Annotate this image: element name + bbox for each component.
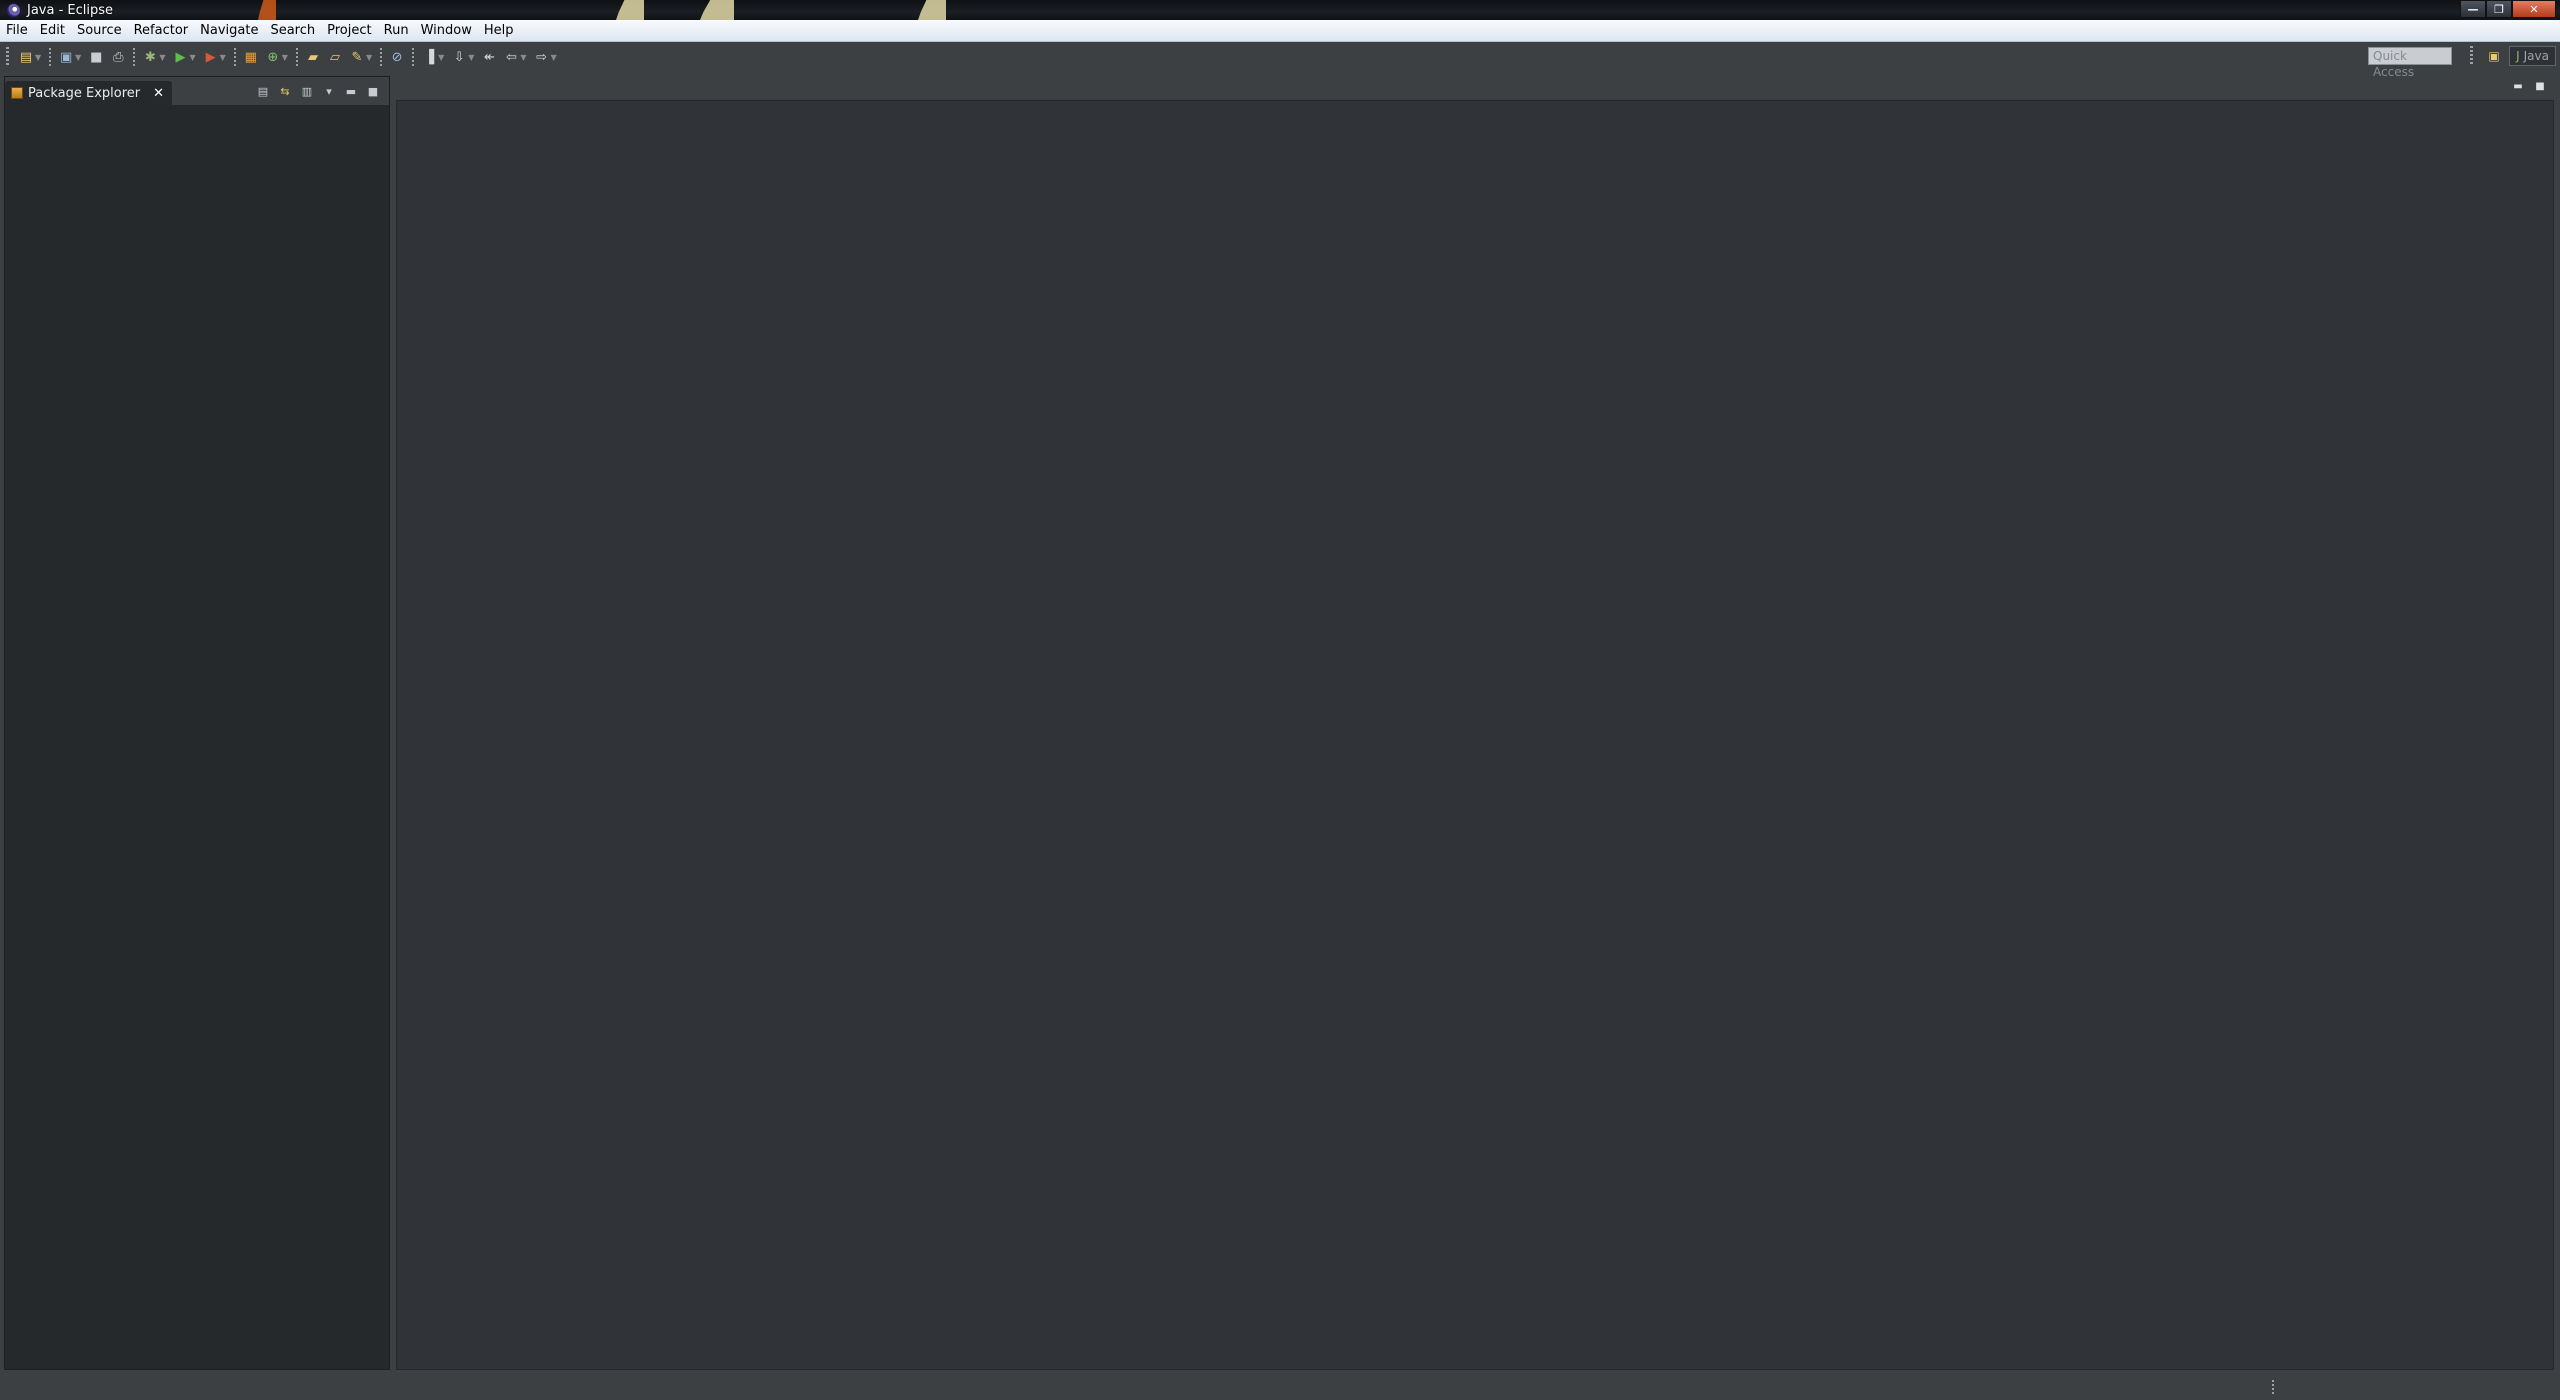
- menu-project[interactable]: Project: [321, 20, 377, 42]
- desktop-decoration: [700, 0, 734, 20]
- package-explorer-tools: ▤ ⇆ ▥ ▾ ▬ ■: [255, 83, 381, 99]
- desktop-decoration: [616, 0, 644, 20]
- maximize-view-icon[interactable]: ■: [365, 83, 381, 99]
- close-icon[interactable]: ✕: [153, 86, 164, 101]
- perspective-grip[interactable]: [2470, 46, 2474, 66]
- java-perspective-button[interactable]: J Java: [2509, 46, 2556, 66]
- open-task-icon[interactable]: ▱: [327, 49, 343, 65]
- toolbar-separator: [133, 48, 136, 66]
- package-explorer-label: Package Explorer: [28, 85, 141, 101]
- toolbar-separator: [380, 48, 383, 66]
- menu-navigate[interactable]: Navigate: [194, 20, 264, 42]
- forward-icon[interactable]: ⇨: [534, 49, 550, 65]
- package-explorer-tabbar: Package Explorer ✕ ▤ ⇆ ▥ ▾ ▬ ■: [5, 77, 389, 105]
- toolbar-separator: [233, 48, 236, 66]
- toggle-mark-occurrences-icon[interactable]: ⊘: [389, 49, 405, 65]
- search-dropdown-icon[interactable]: ▼: [366, 53, 372, 62]
- editor-area-controls: ▬ ■: [2512, 80, 2546, 92]
- save-dropdown-icon[interactable]: ▼: [75, 53, 81, 62]
- focus-on-active-task-icon[interactable]: ▥: [299, 83, 315, 99]
- window-title: Java - Eclipse: [6, 2, 114, 18]
- menu-refactor[interactable]: Refactor: [128, 20, 195, 42]
- java-perspective-icon: J: [2516, 49, 2520, 63]
- desktop-decoration: [258, 0, 276, 20]
- new-class-icon[interactable]: ⊕: [265, 49, 281, 65]
- run-dropdown-icon[interactable]: ▼: [189, 53, 195, 62]
- java-perspective-label: Java: [2523, 49, 2549, 63]
- restore-button[interactable]: ❐: [2486, 0, 2512, 18]
- toolbar-separator: [412, 48, 415, 66]
- open-perspective-icon[interactable]: ▣: [2485, 47, 2503, 65]
- show-whitespace-icon[interactable]: ▐: [421, 49, 437, 65]
- desktop-decoration: [918, 0, 946, 20]
- title-bar: Java - Eclipse — ❐ ✕: [0, 0, 2560, 20]
- toolbar-grip[interactable]: [6, 47, 9, 67]
- menu-bar: File Edit Source Refactor Navigate Searc…: [0, 20, 2560, 42]
- last-edit-location-icon[interactable]: ↞: [481, 49, 497, 65]
- external-tools-icon[interactable]: ▶: [203, 49, 219, 65]
- window-title-text: Java - Eclipse: [27, 2, 114, 18]
- editor-area[interactable]: [396, 100, 2554, 1370]
- package-explorer-view: Package Explorer ✕ ▤ ⇆ ▥ ▾ ▬ ■: [4, 76, 390, 1370]
- package-explorer-icon: [11, 87, 23, 99]
- minimize-editor-icon[interactable]: ▬: [2512, 80, 2524, 92]
- next-annotation-icon[interactable]: ⇩: [451, 49, 467, 65]
- menu-search[interactable]: Search: [264, 20, 321, 42]
- menu-run[interactable]: Run: [378, 20, 415, 42]
- back-dropdown-icon[interactable]: ▼: [520, 53, 526, 62]
- menu-file[interactable]: File: [0, 20, 34, 42]
- collapse-all-icon[interactable]: ▤: [255, 83, 271, 99]
- toolbar-separator: [49, 48, 52, 66]
- status-bar: [0, 1372, 2560, 1400]
- quick-access-input[interactable]: Quick Access: [2368, 47, 2452, 79]
- run-icon[interactable]: ▶: [172, 49, 188, 65]
- status-bar-grip[interactable]: [2272, 1380, 2274, 1394]
- new-icon[interactable]: ▤: [18, 49, 34, 65]
- debug-dropdown-icon[interactable]: ▼: [159, 53, 165, 62]
- show-whitespace-dropdown-icon[interactable]: ▼: [438, 53, 444, 62]
- external-tools-dropdown-icon[interactable]: ▼: [220, 53, 226, 62]
- open-type-icon[interactable]: ▰: [305, 49, 321, 65]
- maximize-editor-icon[interactable]: ■: [2534, 80, 2546, 92]
- menu-window[interactable]: Window: [415, 20, 478, 42]
- menu-help[interactable]: Help: [478, 20, 520, 42]
- link-with-editor-icon[interactable]: ⇆: [277, 83, 293, 99]
- back-icon[interactable]: ⇦: [503, 49, 519, 65]
- menu-edit[interactable]: Edit: [34, 20, 71, 42]
- new-class-dropdown-icon[interactable]: ▼: [282, 53, 288, 62]
- view-menu-icon[interactable]: ▾: [321, 83, 337, 99]
- search-icon[interactable]: ✎: [349, 49, 365, 65]
- minimize-button[interactable]: —: [2460, 0, 2486, 18]
- menu-source[interactable]: Source: [71, 20, 128, 42]
- forward-dropdown-icon[interactable]: ▼: [551, 53, 557, 62]
- new-java-project-icon[interactable]: ▦: [243, 49, 259, 65]
- debug-icon[interactable]: ✱: [142, 49, 158, 65]
- eclipse-icon: [6, 2, 21, 18]
- print-icon[interactable]: ⎙: [110, 49, 126, 65]
- toolbar-separator: [295, 48, 298, 66]
- window-controls: — ❐ ✕: [2460, 0, 2556, 18]
- close-button[interactable]: ✕: [2512, 0, 2556, 18]
- save-icon[interactable]: ▣: [58, 49, 74, 65]
- minimize-view-icon[interactable]: ▬: [343, 83, 359, 99]
- eclipse-window: Java - Eclipse — ❐ ✕ File Edit Source Re…: [0, 0, 2560, 1400]
- main-toolbar: ▤ ▼ ▣ ▼ ■ ⎙ ✱ ▼ ▶ ▼ ▶ ▼ ▦ ⊕ ▼ ▰ ▱ ✎ ▼ ⊘ …: [0, 42, 2560, 79]
- save-all-icon[interactable]: ■: [88, 49, 104, 65]
- perspective-switcher: ▣ J Java: [2470, 46, 2556, 66]
- tab-package-explorer[interactable]: Package Explorer ✕: [5, 81, 173, 105]
- new-dropdown-icon[interactable]: ▼: [35, 53, 41, 62]
- next-annotation-dropdown-icon[interactable]: ▼: [468, 53, 474, 62]
